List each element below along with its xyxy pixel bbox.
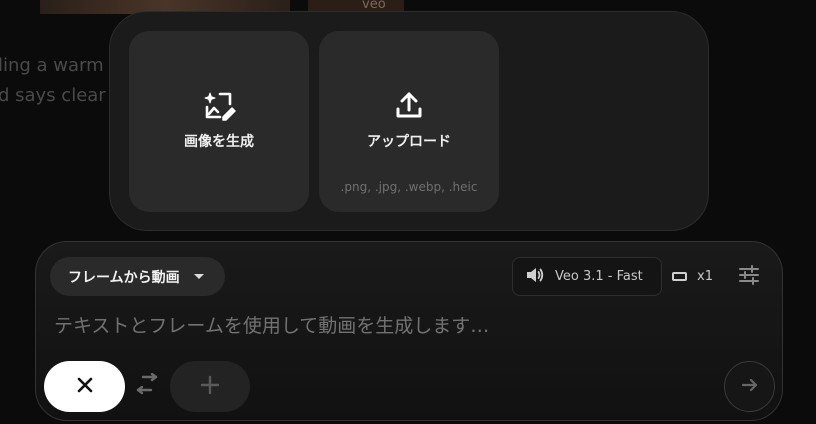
- background-text-line: ling a warm c: [0, 55, 120, 76]
- upload-formats: .png, .jpg, .webp, .heic: [340, 180, 478, 194]
- plus-icon: [200, 375, 220, 399]
- prompt-composer: フレームから動画 Veo 3.1 - Fast x1: [35, 241, 783, 421]
- generate-image-label: 画像を生成: [184, 134, 254, 150]
- upload-label: アップロード: [367, 134, 451, 150]
- caret-down-icon: [193, 274, 204, 279]
- prompt-input[interactable]: [54, 312, 754, 340]
- speaker-icon: [525, 266, 545, 288]
- mode-label: フレームから動画: [68, 269, 180, 286]
- aspect-ratio-button[interactable]: x1: [672, 257, 713, 296]
- model-selector[interactable]: Veo 3.1 - Fast: [512, 257, 662, 296]
- upload-icon: [391, 87, 427, 123]
- sliders-icon: [738, 265, 760, 289]
- generate-image-card[interactable]: 画像を生成: [129, 31, 309, 212]
- mode-dropdown[interactable]: フレームから動画: [50, 257, 225, 296]
- settings-button[interactable]: [736, 264, 762, 290]
- output-count: x1: [697, 269, 713, 284]
- model-label: Veo 3.1 - Fast: [555, 269, 643, 284]
- upload-card[interactable]: アップロード .png, .jpg, .webp, .heic: [319, 31, 499, 212]
- send-button[interactable]: [724, 361, 775, 412]
- swap-icon: [135, 372, 159, 399]
- background-text-line: d says clear: [0, 85, 106, 106]
- add-frame-button[interactable]: [170, 361, 250, 412]
- arrow-right-icon: [740, 375, 760, 399]
- aspect-ratio-icon: [672, 272, 687, 281]
- ingredient-popup: 画像を生成 アップロード .png, .jpg, .webp, .heic: [109, 11, 709, 231]
- close-icon: [77, 377, 93, 397]
- close-button[interactable]: [44, 361, 125, 412]
- swap-frames-button[interactable]: [134, 372, 160, 399]
- image-generate-icon: [201, 87, 237, 123]
